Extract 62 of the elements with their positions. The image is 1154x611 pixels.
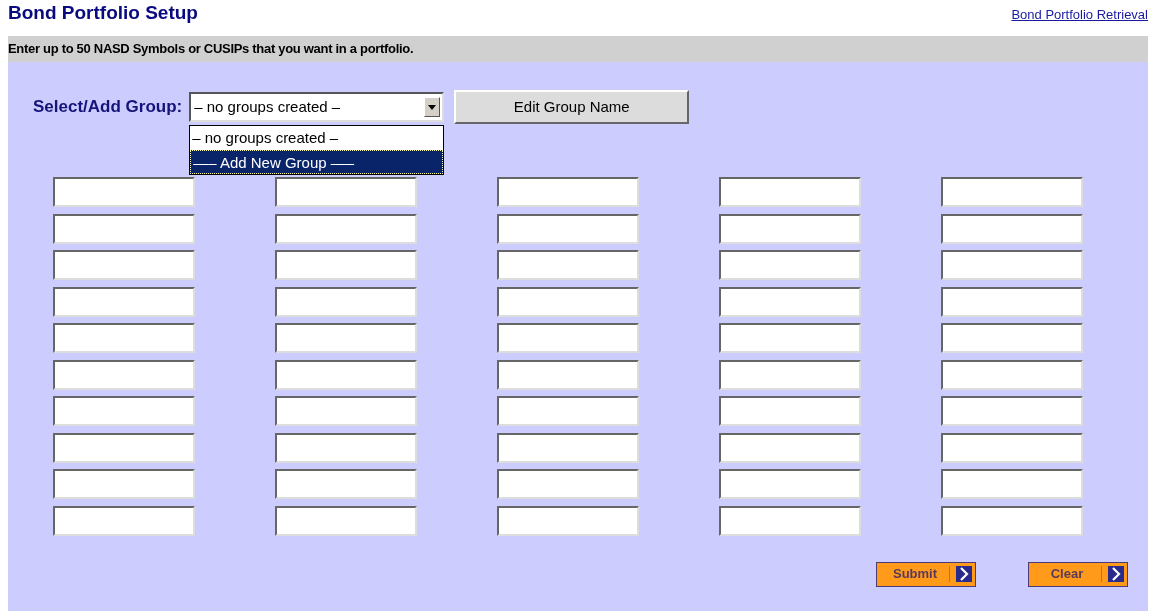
symbol-input[interactable]	[941, 213, 1083, 244]
symbol-input[interactable]	[941, 396, 1083, 426]
retrieval-link[interactable]: Bond Portfolio Retrieval	[1011, 5, 1148, 25]
symbol-input[interactable]	[53, 469, 195, 499]
symbol-input[interactable]	[497, 286, 639, 317]
symbol-input[interactable]	[719, 177, 861, 207]
symbol-input[interactable]	[53, 286, 195, 317]
symbol-input[interactable]	[497, 213, 639, 244]
symbol-input[interactable]	[497, 177, 639, 207]
submit-button[interactable]: Submit	[876, 561, 976, 587]
dropdown-option[interactable]: —– Add New Group —–	[190, 150, 444, 174]
page-title: Bond Portfolio Setup	[8, 2, 198, 24]
symbol-input[interactable]	[941, 469, 1083, 499]
group-select-label: Select/Add Group:	[33, 96, 183, 119]
symbol-input[interactable]	[497, 505, 639, 536]
symbol-input[interactable]	[719, 286, 861, 317]
symbol-input[interactable]	[941, 359, 1083, 390]
symbol-input[interactable]	[941, 505, 1083, 536]
symbol-input[interactable]	[497, 432, 639, 463]
symbol-input[interactable]	[53, 250, 195, 280]
symbol-input[interactable]	[53, 359, 195, 390]
edit-group-button[interactable]: Edit Group Name	[454, 90, 690, 124]
symbol-input[interactable]	[719, 213, 861, 244]
symbol-input[interactable]	[497, 396, 639, 426]
symbol-input[interactable]	[719, 469, 861, 499]
symbol-input[interactable]	[275, 469, 417, 499]
symbol-input[interactable]	[53, 323, 195, 353]
symbol-input[interactable]	[719, 396, 861, 426]
symbol-input[interactable]	[497, 323, 639, 353]
symbol-input[interactable]	[719, 432, 861, 463]
chevron-right-icon	[956, 566, 972, 582]
symbol-input[interactable]	[719, 250, 861, 280]
symbol-input[interactable]	[275, 177, 417, 207]
chevron-right-icon	[1108, 566, 1124, 582]
symbol-input[interactable]	[275, 323, 417, 353]
symbol-input[interactable]	[275, 432, 417, 463]
symbol-input[interactable]	[53, 396, 195, 426]
symbol-input[interactable]	[275, 396, 417, 426]
symbol-input[interactable]	[941, 323, 1083, 353]
symbol-input[interactable]	[719, 359, 861, 390]
symbol-input[interactable]	[719, 323, 861, 353]
symbol-input[interactable]	[53, 505, 195, 536]
symbol-input[interactable]	[941, 432, 1083, 463]
symbol-input[interactable]	[275, 286, 417, 317]
group-select[interactable]: – no groups created –	[189, 92, 445, 122]
symbol-input[interactable]	[275, 250, 417, 280]
symbol-input[interactable]	[941, 250, 1083, 280]
symbol-input[interactable]	[719, 505, 861, 536]
symbol-input[interactable]	[53, 177, 195, 207]
symbol-input[interactable]	[275, 505, 417, 536]
symbol-input[interactable]	[941, 177, 1083, 207]
instructions-text: Enter up to 50 NASD Symbols or CUSIPs that you want in a portfolio.	[8, 40, 414, 59]
symbol-input[interactable]	[53, 432, 195, 463]
symbol-input[interactable]	[497, 359, 639, 390]
dropdown-option[interactable]: – no groups created –	[190, 126, 444, 150]
clear-button[interactable]: Clear	[1028, 561, 1128, 587]
symbol-input[interactable]	[275, 213, 417, 244]
symbol-input[interactable]	[53, 213, 195, 244]
symbol-input[interactable]	[275, 359, 417, 390]
symbol-input[interactable]	[497, 250, 639, 280]
symbol-input[interactable]	[941, 286, 1083, 317]
symbol-input[interactable]	[497, 469, 639, 499]
